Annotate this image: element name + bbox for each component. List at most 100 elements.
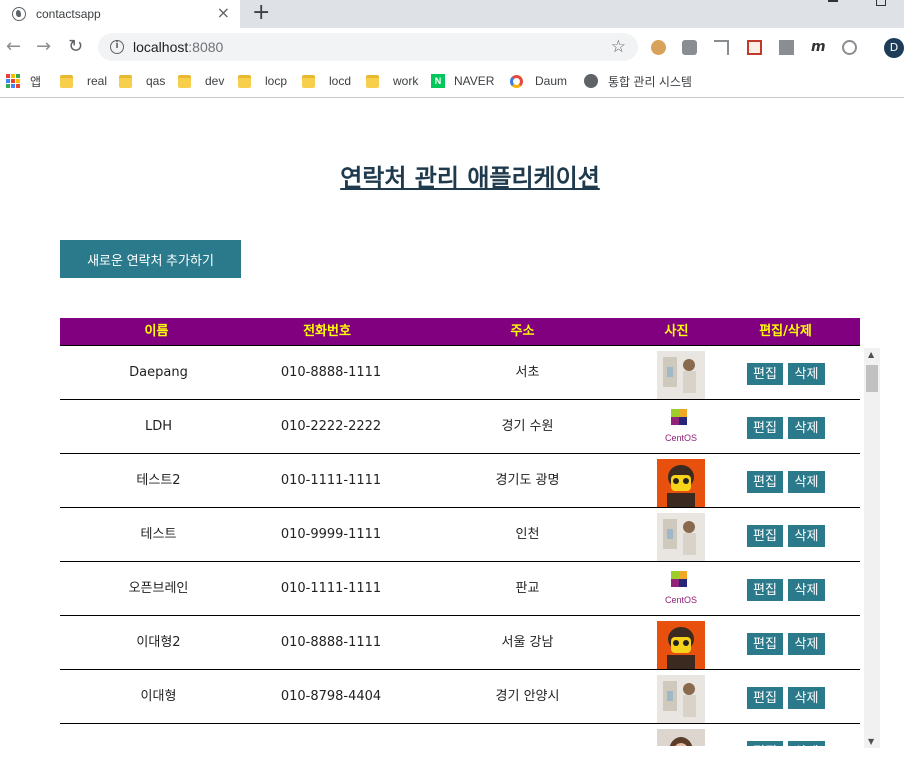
address-bar[interactable]: i localhost:8080 ☆ — [98, 33, 638, 61]
bookmark-admin-system[interactable]: 통합 관리 시스템 — [584, 71, 692, 91]
folder-icon — [60, 74, 73, 88]
photo-person — [657, 351, 705, 399]
table-row: Daepang 010-8888-1111 서초 편집 삭제 — [60, 346, 860, 400]
tab-strip: contactsapp × + — [0, 0, 904, 28]
edit-button[interactable]: 편집 — [747, 417, 783, 439]
url-text: localhost:8080 — [133, 39, 224, 55]
contacts-table-body: Daepang 010-8888-1111 서초 편집 삭제 LDH 010-2222-22… — [60, 346, 860, 746]
m-extension-icon[interactable]: m — [811, 40, 826, 55]
apps-icon — [6, 74, 20, 88]
photo-lego — [657, 621, 705, 669]
bookmark-real[interactable]: real — [60, 71, 107, 91]
folder-icon — [302, 74, 315, 88]
photo-person — [657, 513, 705, 561]
header-actions: 편집/삭제 — [759, 324, 812, 339]
cookie-extension-icon[interactable] — [651, 40, 666, 55]
camera-extension-icon[interactable] — [682, 40, 697, 55]
contact-address: 경기 수원 — [501, 419, 554, 434]
table-row: 편집 삭제 — [60, 724, 860, 746]
edit-button[interactable]: 편집 — [747, 633, 783, 655]
bookmark-work[interactable]: work — [366, 71, 418, 91]
globe-icon — [12, 7, 26, 21]
back-button[interactable]: ← — [6, 37, 21, 57]
table-row: 이대형 010-8798-4404 경기 안양시 편집 삭제 — [60, 670, 860, 724]
table-row: LDH 010-2222-2222 경기 수원 CentOS 편집 삭제 — [60, 400, 860, 454]
new-tab-button[interactable]: + — [252, 1, 270, 25]
contact-name — [60, 724, 257, 746]
contact-phone: 010-2222-2222 — [280, 419, 382, 434]
delete-button[interactable]: 삭제 — [788, 525, 825, 547]
table-scrollbar[interactable]: ▲ ▼ — [864, 348, 880, 748]
edit-button[interactable]: 편집 — [747, 525, 783, 547]
bookmark-qas[interactable]: qas — [119, 71, 165, 91]
contact-address: 서초 — [515, 365, 540, 380]
contact-address: 경기 안양시 — [495, 689, 560, 704]
page-content: 연락처 관리 애플리케이션 새로운 연락처 추가하기 이름 전화번호 주소 사진… — [0, 98, 904, 781]
daum-icon — [510, 74, 523, 88]
bookmark-locp[interactable]: locp — [238, 71, 287, 91]
contact-name: 이대형 — [140, 689, 177, 704]
delete-button[interactable]: 삭제 — [788, 633, 825, 655]
header-name: 이름 — [144, 324, 169, 339]
bookmark-apps[interactable]: 앱 — [6, 71, 41, 91]
edit-button[interactable]: 편집 — [747, 579, 783, 601]
header-phone: 전화번호 — [303, 324, 351, 339]
tab-close-icon[interactable]: × — [217, 5, 230, 21]
contact-address — [405, 724, 650, 746]
header-address: 주소 — [510, 324, 535, 339]
bookmark-locd[interactable]: locd — [302, 71, 351, 91]
contact-name: 테스트2 — [136, 473, 181, 488]
delete-button[interactable]: 삭제 — [788, 417, 825, 439]
contact-phone: 010-9999-1111 — [280, 527, 382, 542]
forward-button[interactable]: → — [36, 37, 51, 57]
add-contact-button[interactable]: 새로운 연락처 추가하기 — [60, 240, 241, 278]
reload-button[interactable]: ↻ — [68, 37, 83, 57]
bookmark-naver[interactable]: N NAVER — [431, 71, 494, 91]
folder-icon — [366, 74, 379, 88]
site-info-icon[interactable]: i — [110, 40, 124, 54]
delete-button[interactable]: 삭제 — [788, 579, 825, 601]
maximize-icon[interactable] — [876, 0, 886, 6]
delete-button[interactable]: 삭제 — [788, 741, 825, 746]
photo-woman — [657, 729, 705, 746]
table-row: 테스트2 010-1111-1111 경기도 광명 편집 삭제 — [60, 454, 860, 508]
table-row: 이대형2 010-8888-1111 서울 강남 편집 삭제 — [60, 616, 860, 670]
expand-extension-icon[interactable] — [714, 40, 729, 55]
notes-extension-icon[interactable] — [747, 40, 762, 55]
bookmark-dev[interactable]: dev — [178, 71, 224, 91]
bookmark-daum[interactable]: Daum — [510, 71, 567, 91]
scroll-thumb[interactable] — [866, 365, 878, 392]
contact-phone: 010-8798-4404 — [280, 689, 382, 704]
contact-name: 이대형2 — [136, 635, 181, 650]
contact-name: LDH — [144, 419, 173, 434]
profile-avatar[interactable]: D — [884, 38, 904, 58]
svg-text:CentOS: CentOS — [665, 433, 697, 443]
browser-tab[interactable]: contactsapp × — [0, 0, 240, 28]
code-extension-icon[interactable] — [779, 40, 794, 55]
scroll-up-icon[interactable]: ▲ — [868, 350, 874, 359]
photo-lego — [657, 459, 705, 507]
table-header: 이름 전화번호 주소 사진 편집/삭제 — [60, 318, 860, 346]
minimize-icon[interactable] — [828, 0, 838, 2]
naver-icon: N — [431, 74, 445, 88]
contact-phone — [257, 724, 405, 746]
delete-button[interactable]: 삭제 — [788, 687, 825, 709]
delete-button[interactable]: 삭제 — [788, 363, 825, 385]
globe-extension-icon[interactable] — [842, 40, 857, 55]
edit-button[interactable]: 편집 — [747, 363, 783, 385]
contact-name: Daepang — [129, 365, 188, 380]
edit-button[interactable]: 편집 — [747, 741, 783, 746]
bookmark-star-icon[interactable]: ☆ — [611, 37, 626, 57]
table-row: 테스트 010-9999-1111 인천 편집 삭제 — [60, 508, 860, 562]
contact-name: 테스트 — [140, 527, 177, 542]
svg-text:CentOS: CentOS — [665, 595, 697, 605]
edit-button[interactable]: 편집 — [747, 471, 783, 493]
contact-phone: 010-8888-1111 — [280, 635, 382, 650]
bookmarks-bar: 앱 real qas dev locp locd work N NAVER Dau… — [0, 66, 904, 98]
scroll-down-icon[interactable]: ▼ — [868, 737, 874, 746]
delete-button[interactable]: 삭제 — [788, 471, 825, 493]
page-title: 연락처 관리 애플리케이션 — [340, 164, 600, 192]
contact-address: 판교 — [515, 581, 540, 596]
edit-button[interactable]: 편집 — [747, 687, 783, 709]
photo-centos-logo: CentOS — [657, 405, 705, 453]
